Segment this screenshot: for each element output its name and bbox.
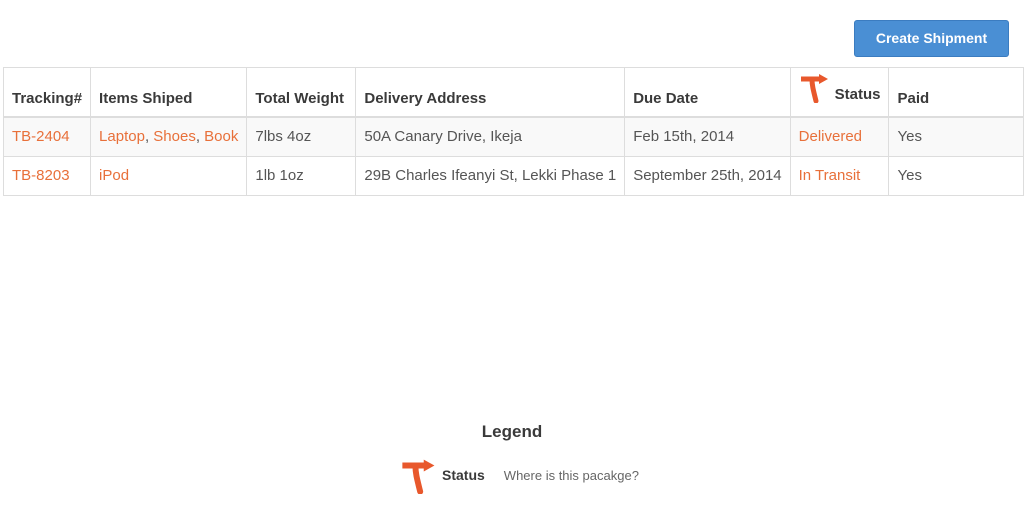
items-cell: iPod (90, 155, 248, 196)
header-address: Delivery Address (355, 67, 626, 118)
legend-status-label: Status (442, 467, 485, 483)
status-link[interactable]: Delivered (799, 128, 862, 145)
shipments-table: Tracking# Items Shiped Total Weight Deli… (2, 67, 1024, 196)
item-link[interactable]: iPod (99, 167, 129, 184)
header-status-label: Status (834, 85, 881, 103)
legend-title: Legend (481, 422, 543, 441)
item-separator: , (195, 128, 200, 145)
weight-cell: 1lb 1oz (246, 155, 357, 196)
item-link[interactable]: Book (204, 128, 238, 145)
status-header-group: Status (799, 71, 881, 103)
header-status: Status (789, 67, 890, 118)
status-cell: Delivered (789, 116, 890, 157)
create-shipment-button[interactable]: Create Shipment (854, 20, 1009, 57)
table-header-row: Tracking# Items Shiped Total Weight Deli… (2, 67, 1024, 118)
tracking-cell: TB-8203 (2, 155, 92, 196)
table-row: TB-2404 Laptop, Shoes, Book 7lbs 4oz 50A… (2, 116, 1024, 157)
shipments-page: Create Shipment Tracking# Items Shiped T… (0, 0, 1030, 511)
tracking-link[interactable]: TB-8203 (12, 167, 70, 184)
header-items: Items Shiped (90, 67, 248, 118)
legend-row: Status Where is this pacakge? (399, 456, 639, 494)
status-link[interactable]: In Transit (799, 167, 861, 184)
address-cell: 29B Charles Ifeanyi St, Lekki Phase 1 (355, 155, 626, 196)
item-separator: , (144, 128, 150, 145)
legend-status-description: Where is this pacakge? (503, 467, 639, 483)
header-due-date: Due Date (624, 67, 791, 118)
address-cell: 50A Canary Drive, Ikeja (355, 116, 626, 157)
weight-cell: 7lbs 4oz (246, 116, 357, 157)
tracking-cell: TB-2404 (2, 116, 92, 157)
tracking-link[interactable]: TB-2404 (12, 128, 70, 145)
paid-cell: Yes (888, 116, 1024, 157)
item-link[interactable]: Laptop (99, 128, 145, 145)
due-date-cell: Feb 15th, 2014 (624, 116, 791, 157)
turn-right-arrow-icon (799, 71, 831, 103)
paid-cell: Yes (888, 155, 1024, 196)
due-date-cell: September 25th, 2014 (624, 155, 791, 196)
status-cell: In Transit (789, 155, 890, 196)
items-cell: Laptop, Shoes, Book (90, 116, 248, 157)
header-paid: Paid (888, 67, 1024, 118)
legend: Legend Status Where is this pacakge? (0, 422, 1030, 494)
item-link[interactable]: Shoes (153, 128, 196, 145)
turn-right-arrow-icon (399, 456, 439, 494)
table-row: TB-8203 iPod 1lb 1oz 29B Charles Ifeanyi… (2, 155, 1024, 196)
header-tracking: Tracking# (2, 67, 92, 118)
header-weight: Total Weight (246, 67, 357, 118)
